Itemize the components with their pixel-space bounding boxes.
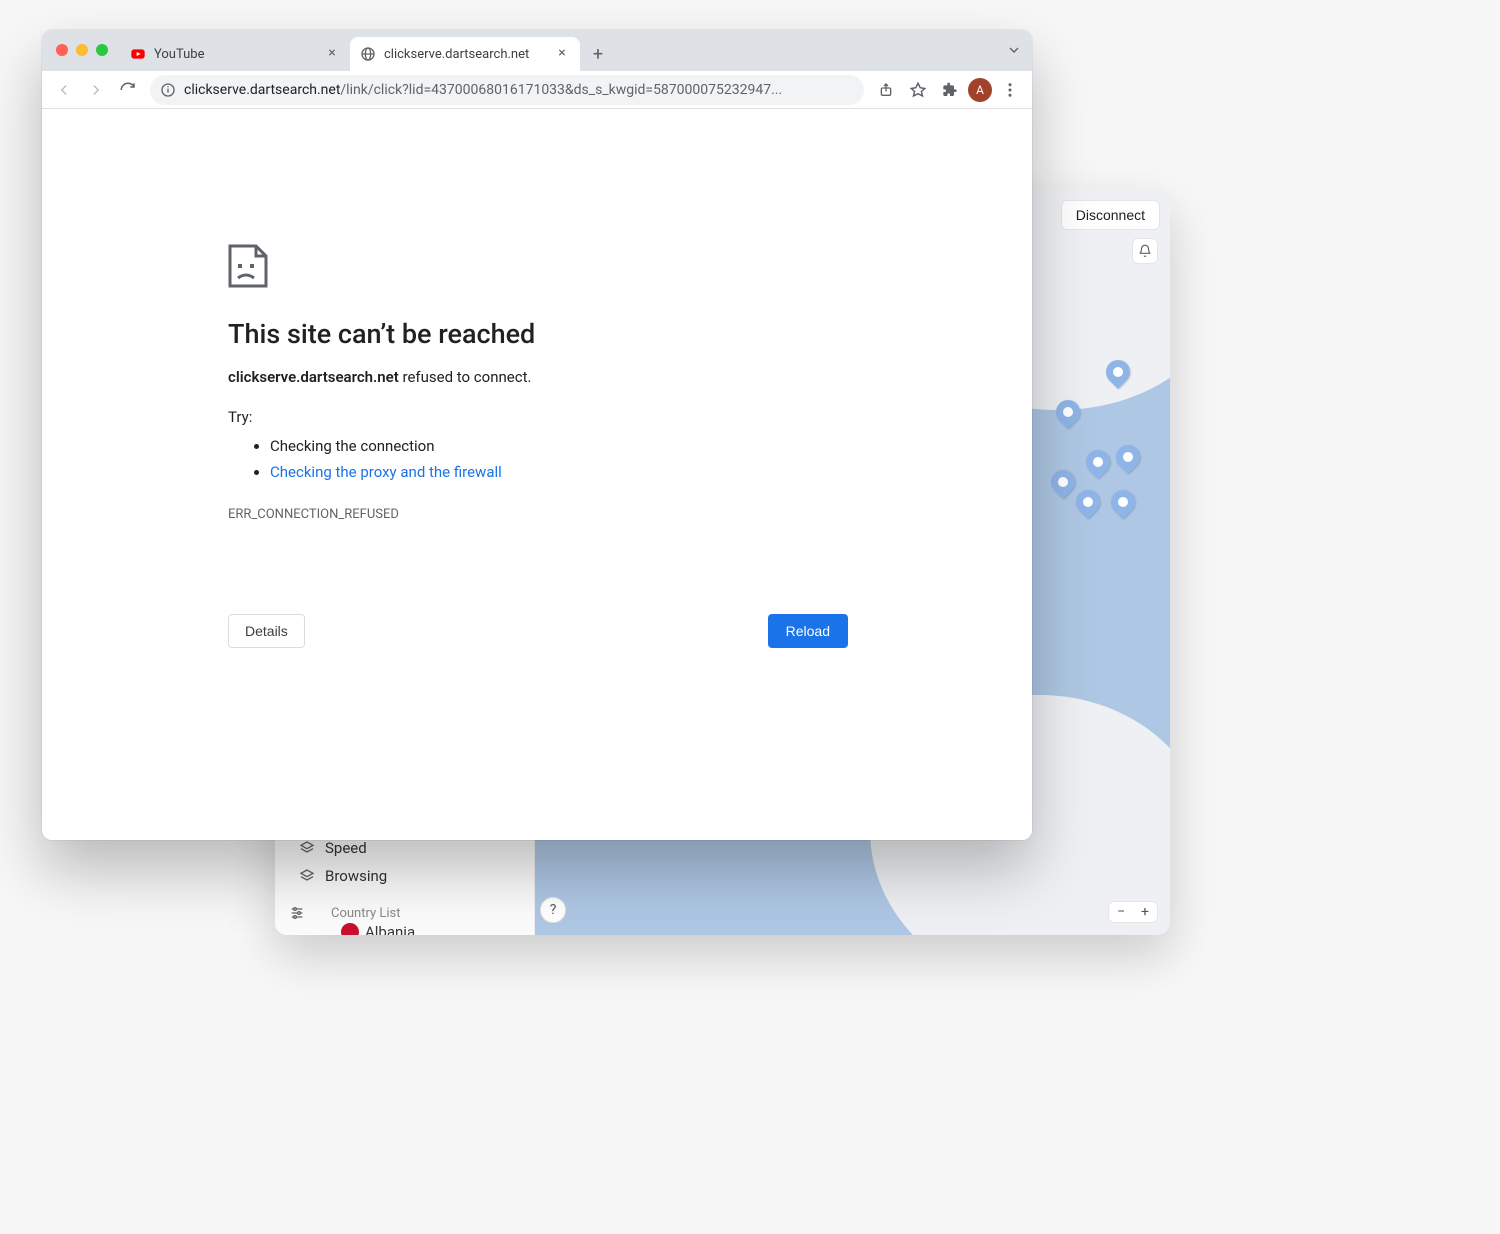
notifications-button[interactable] bbox=[1132, 238, 1158, 264]
tab-close-button[interactable]: × bbox=[324, 46, 340, 62]
new-tab-button[interactable]: + bbox=[584, 40, 612, 68]
country-list-item[interactable]: Albania bbox=[365, 923, 415, 935]
youtube-icon bbox=[130, 46, 146, 62]
tab-title: clickserve.dartsearch.net bbox=[384, 47, 546, 62]
window-controls bbox=[56, 44, 108, 56]
window-minimize-button[interactable] bbox=[76, 44, 88, 56]
reload-page-button[interactable]: Reload bbox=[768, 614, 848, 648]
address-bar[interactable]: clickserve.dartsearch.net/link/click?lid… bbox=[150, 75, 864, 105]
filter-icon[interactable] bbox=[289, 905, 305, 921]
disconnect-button[interactable]: Disconnect bbox=[1061, 200, 1160, 230]
map-pin-icon[interactable] bbox=[1106, 485, 1140, 519]
window-maximize-button[interactable] bbox=[96, 44, 108, 56]
country-flag-icon bbox=[341, 923, 359, 935]
tab-clickserve[interactable]: clickserve.dartsearch.net × bbox=[350, 37, 580, 71]
back-button[interactable] bbox=[50, 76, 78, 104]
details-button[interactable]: Details bbox=[228, 614, 305, 648]
tab-overflow-button[interactable] bbox=[1006, 42, 1022, 58]
map-pin-icon[interactable] bbox=[1111, 440, 1145, 474]
tab-title: YouTube bbox=[154, 47, 316, 62]
zoom-controls: − + bbox=[1108, 901, 1158, 923]
sidebar-item-browsing[interactable]: Browsing bbox=[275, 861, 534, 891]
profile-avatar[interactable]: A bbox=[968, 78, 992, 102]
layers-icon bbox=[299, 868, 315, 884]
error-title: This site can’t be reached bbox=[228, 318, 848, 350]
help-button[interactable]: ? bbox=[540, 897, 566, 923]
share-button[interactable] bbox=[872, 76, 900, 104]
extensions-button[interactable] bbox=[936, 76, 964, 104]
zoom-in-button[interactable]: + bbox=[1141, 904, 1149, 920]
forward-button[interactable] bbox=[82, 76, 110, 104]
zoom-out-button[interactable]: − bbox=[1117, 904, 1125, 920]
chrome-menu-button[interactable] bbox=[996, 76, 1024, 104]
reload-button[interactable] bbox=[114, 76, 142, 104]
map-pin-icon[interactable] bbox=[1046, 465, 1080, 499]
error-suggestion-list: Checking the connection Checking the pro… bbox=[228, 434, 848, 485]
map-pin-icon[interactable] bbox=[1081, 445, 1115, 479]
error-suggestion: Checking the proxy and the firewall bbox=[270, 460, 848, 486]
layers-icon bbox=[299, 840, 315, 856]
error-code: ERR_CONNECTION_REFUSED bbox=[228, 507, 848, 522]
tab-youtube[interactable]: YouTube × bbox=[120, 37, 350, 71]
error-message: clickserve.dartsearch.net refused to con… bbox=[228, 368, 848, 386]
bookmark-button[interactable] bbox=[904, 76, 932, 104]
sad-page-icon bbox=[228, 244, 848, 288]
tab-strip: YouTube × clickserve.dartsearch.net × + bbox=[42, 30, 1032, 71]
site-info-icon[interactable] bbox=[160, 82, 176, 98]
browser-toolbar: clickserve.dartsearch.net/link/click?lid… bbox=[42, 71, 1032, 109]
map-pin-icon[interactable] bbox=[1071, 485, 1105, 519]
globe-icon bbox=[360, 46, 376, 62]
error-suggestion: Checking the connection bbox=[270, 434, 848, 460]
sidebar-item-label: Speed bbox=[325, 839, 367, 857]
url-text: clickserve.dartsearch.net/link/click?lid… bbox=[184, 82, 854, 98]
proxy-firewall-link[interactable]: Checking the proxy and the firewall bbox=[270, 463, 502, 481]
sidebar-item-label: Browsing bbox=[325, 867, 387, 885]
browser-window: YouTube × clickserve.dartsearch.net × + bbox=[42, 30, 1032, 840]
error-try-label: Try: bbox=[228, 408, 848, 426]
window-close-button[interactable] bbox=[56, 44, 68, 56]
page-content: This site can’t be reached clickserve.da… bbox=[42, 109, 1032, 840]
tab-close-button[interactable]: × bbox=[554, 46, 570, 62]
country-list-heading: Country List bbox=[331, 906, 401, 921]
